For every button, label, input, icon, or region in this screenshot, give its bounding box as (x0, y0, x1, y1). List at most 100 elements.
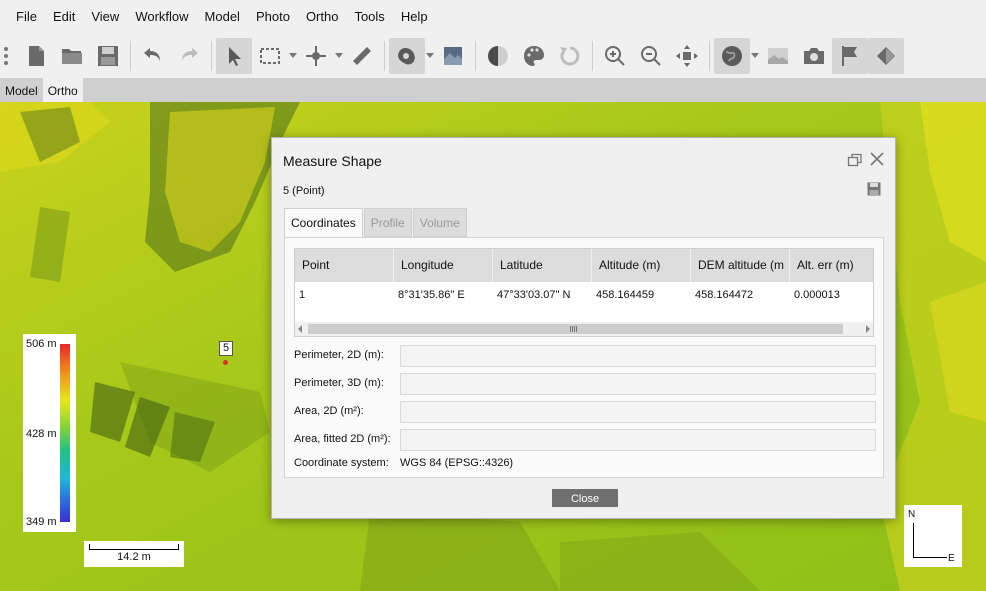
column-header-altitude[interactable]: Altitude (m) (592, 249, 691, 282)
coordinate-system-value: WGS 84 (EPSG::4326) (400, 457, 514, 469)
ortho-map-icon[interactable] (435, 38, 471, 74)
column-header-dem-altitude[interactable]: DEM altitude (m (691, 249, 790, 282)
chevron-down-icon[interactable] (288, 38, 298, 74)
horizontal-scrollbar[interactable] (295, 322, 873, 336)
shape-subtitle: 5 (Point) (283, 185, 325, 197)
pointer-icon[interactable] (216, 38, 252, 74)
perimeter-2d-field[interactable] (400, 345, 876, 367)
cell-longitude: 8°31'35.86" E (398, 289, 465, 301)
flag-shape-icon[interactable] (868, 38, 904, 74)
area-2d-row: Area, 2D (m²): (294, 401, 877, 423)
dialog-tabs: Coordinates Profile Volume (284, 208, 468, 238)
legend-mid-label: 428 m (26, 428, 57, 440)
toolbar-separator (709, 41, 710, 71)
menu-view[interactable]: View (83, 0, 127, 34)
open-folder-icon[interactable] (54, 38, 90, 74)
chevron-down-icon[interactable] (425, 38, 435, 74)
image-layer-icon[interactable] (760, 38, 796, 74)
compass-north-label: N (908, 509, 916, 520)
ruler-icon[interactable] (344, 38, 380, 74)
menu-bar: File Edit View Workflow Model Photo Orth… (0, 0, 986, 34)
menu-ortho[interactable]: Ortho (298, 0, 347, 34)
cell-altitude: 458.164459 (596, 289, 655, 301)
area-fitted-2d-label: Area, fitted 2D (m²): (294, 433, 391, 445)
palette-icon[interactable] (516, 38, 552, 74)
flag-icon[interactable] (832, 38, 868, 74)
legend-color-ramp (60, 344, 70, 522)
toolbar-separator (592, 41, 593, 71)
toolbar-separator (475, 41, 476, 71)
elevation-legend: 506 m 428 m 349 m (23, 334, 76, 532)
column-header-latitude[interactable]: Latitude (493, 249, 592, 282)
menu-tools[interactable]: Tools (346, 0, 392, 34)
tab-profile[interactable]: Profile (363, 208, 412, 237)
toolbar-separator (384, 41, 385, 71)
cell-point: 1 (299, 289, 306, 301)
area-fitted-2d-row: Area, fitted 2D (m²): (294, 429, 877, 451)
coordinate-system-row: Coordinate system: WGS 84 (EPSG::4326) (294, 457, 513, 469)
area-2d-label: Area, 2D (m²): (294, 405, 364, 417)
scale-bar: 14.2 m (84, 541, 184, 567)
globe-icon[interactable] (714, 38, 750, 74)
refresh-icon[interactable] (552, 38, 588, 74)
area-fitted-2d-field[interactable] (400, 429, 876, 451)
scrollbar-grip-icon (570, 326, 578, 332)
chevron-down-icon[interactable] (334, 38, 344, 74)
column-header-point[interactable]: Point (295, 249, 394, 282)
compass-axes (913, 523, 947, 558)
perimeter-2d-row: Perimeter, 2D (m): (294, 345, 877, 367)
point-marker-icon[interactable] (298, 38, 334, 74)
coordinates-table: Point Longitude Latitude Altitude (m) DE… (294, 248, 874, 337)
shape-tool-icon[interactable] (389, 38, 425, 74)
zoom-in-icon[interactable] (597, 38, 633, 74)
toolbar-grip-icon[interactable] (4, 47, 10, 65)
rectangle-selection-icon[interactable] (252, 38, 288, 74)
close-icon[interactable] (869, 151, 885, 167)
scroll-left-icon[interactable] (298, 325, 302, 333)
column-header-longitude[interactable]: Longitude (394, 249, 493, 282)
menu-file[interactable]: File (8, 0, 45, 34)
cell-alt-error: 0.000013 (794, 289, 840, 301)
menu-help[interactable]: Help (393, 0, 436, 34)
restore-window-icon[interactable] (847, 152, 863, 168)
scroll-right-icon[interactable] (866, 325, 870, 333)
marker-label[interactable]: 5 (219, 341, 234, 356)
redo-icon[interactable] (171, 38, 207, 74)
camera-icon[interactable] (796, 38, 832, 74)
legend-min-label: 349 m (26, 516, 57, 528)
tab-ortho[interactable]: Ortho (42, 78, 83, 102)
perimeter-2d-label: Perimeter, 2D (m): (294, 349, 384, 361)
view-tab-bar: Model Ortho (0, 78, 986, 102)
measure-shape-dialog: Measure Shape 5 (Point) Coordinates Prof… (271, 137, 896, 519)
legend-max-label: 506 m (26, 338, 57, 350)
close-button[interactable]: Close (552, 489, 618, 507)
table-row[interactable]: 1 8°31'35.86" E 47°33'03.07" N 458.16445… (295, 282, 873, 308)
tab-coordinates[interactable]: Coordinates (284, 208, 363, 238)
new-document-icon[interactable] (18, 38, 54, 74)
save-disk-icon[interactable] (867, 182, 881, 196)
compass-east-label: E (948, 553, 955, 564)
menu-edit[interactable]: Edit (45, 0, 83, 34)
main-toolbar (0, 34, 986, 78)
zoom-out-icon[interactable] (633, 38, 669, 74)
scale-bar-label: 14.2 m (117, 551, 151, 563)
cell-latitude: 47°33'03.07" N (497, 289, 571, 301)
menu-workflow[interactable]: Workflow (127, 0, 196, 34)
perimeter-3d-field[interactable] (400, 373, 876, 395)
table-header: Point Longitude Latitude Altitude (m) DE… (295, 249, 873, 282)
save-disk-icon[interactable] (90, 38, 126, 74)
column-header-alt-error[interactable]: Alt. err (m) (790, 249, 873, 282)
tab-model[interactable]: Model (0, 78, 43, 102)
area-2d-field[interactable] (400, 401, 876, 423)
toolbar-separator (211, 41, 212, 71)
menu-model[interactable]: Model (197, 0, 248, 34)
tab-volume[interactable]: Volume (412, 208, 467, 237)
undo-icon[interactable] (135, 38, 171, 74)
chevron-down-icon[interactable] (750, 38, 760, 74)
fit-view-icon[interactable] (669, 38, 705, 74)
coordinates-panel: Point Longitude Latitude Altitude (m) DE… (284, 237, 884, 478)
point-marker[interactable] (223, 360, 228, 365)
contrast-icon[interactable] (480, 38, 516, 74)
coordinate-system-label: Coordinate system: (294, 457, 389, 469)
menu-photo[interactable]: Photo (248, 0, 298, 34)
